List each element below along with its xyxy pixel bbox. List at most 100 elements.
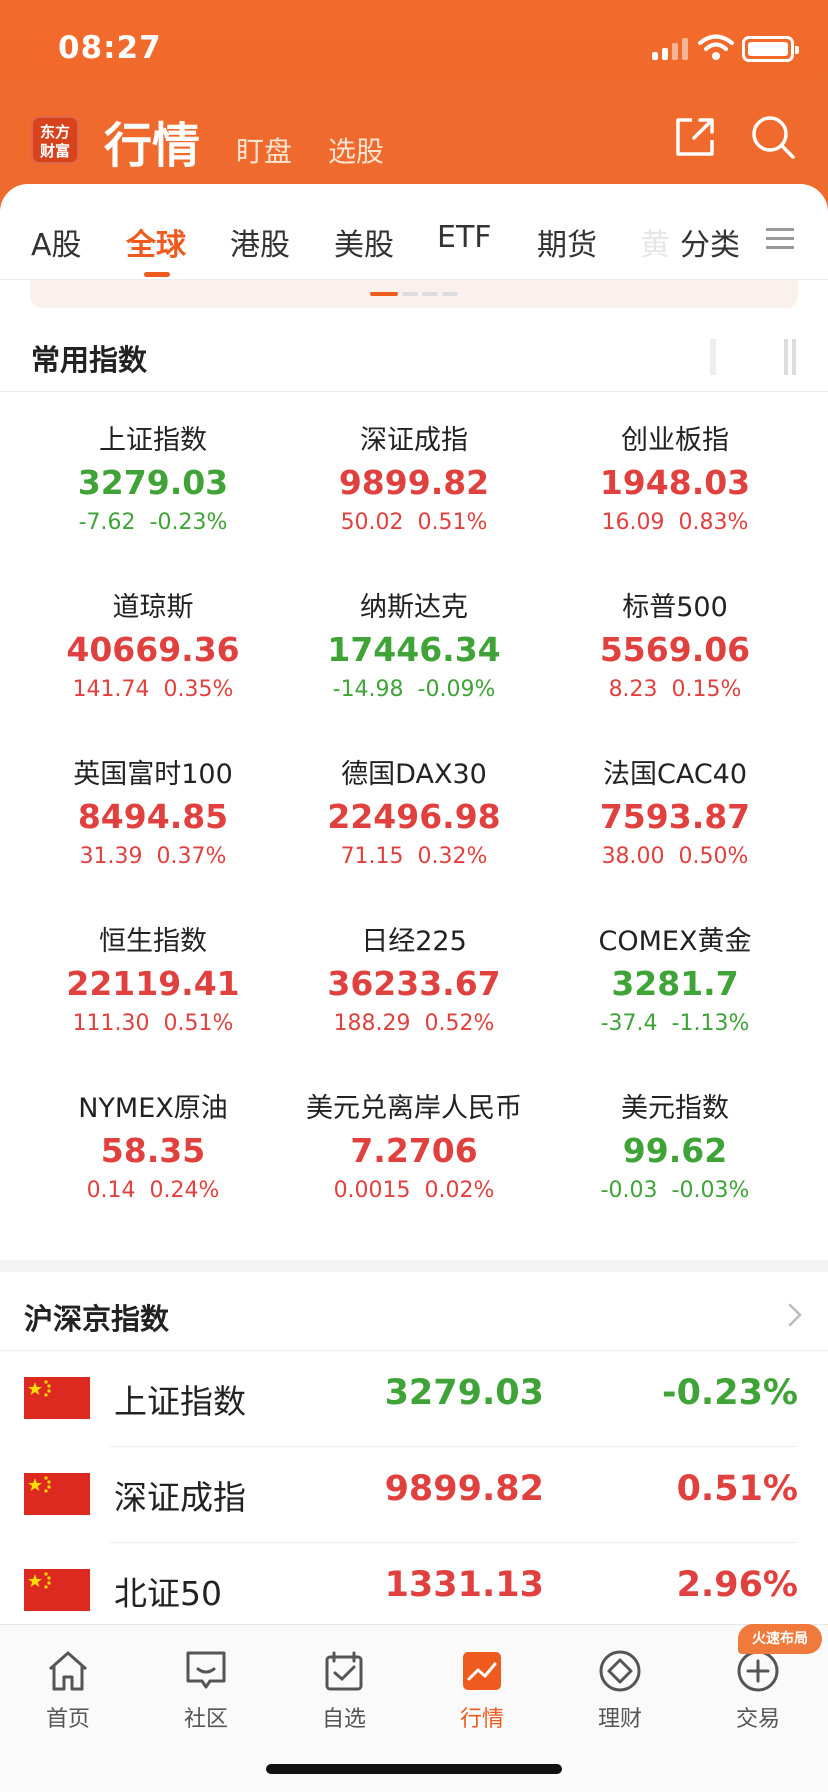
status-time: 08:27: [58, 30, 162, 66]
index-cell[interactable]: 恒生指数 22119.41 111.30 0.51%: [22, 923, 284, 1041]
page-title: 行情: [104, 118, 201, 174]
china-flag-icon: [24, 1569, 90, 1611]
tab-global[interactable]: 全球: [126, 220, 186, 264]
index-cell[interactable]: 标普500 5569.06 8.23 0.15%: [544, 589, 806, 707]
row-index-name: 深证成指: [114, 1478, 246, 1517]
chat-icon: [186, 1651, 226, 1689]
index-price: 40669.36: [66, 630, 240, 669]
index-name: 美元兑离岸人民币: [306, 1093, 522, 1124]
wifi-icon: [698, 34, 734, 60]
menu-icon[interactable]: [766, 228, 794, 250]
index-price: 1948.03: [599, 463, 751, 502]
index-name: 道琼斯: [112, 592, 194, 623]
index-cell[interactable]: NYMEX原油 58.35 0.14 0.24%: [22, 1090, 284, 1208]
index-name: 创业板指: [621, 425, 729, 456]
common-indices-section: 常用指数 上证指数 3279.03 -7.62 -0.23% 深证成指 9899.82 5…: [0, 315, 828, 1260]
app-logo: 东方 财富: [31, 116, 79, 164]
index-cell[interactable]: 纳斯达克 17446.34 -14.98 -0.09%: [283, 589, 545, 707]
index-price: 99.62: [622, 1131, 728, 1170]
index-name: 美元指数: [621, 1093, 729, 1124]
row-index-price: 9899.82: [384, 1469, 544, 1509]
index-row[interactable]: 上证指数 3279.03 -0.23%: [0, 1351, 828, 1447]
row-index-price: 3279.03: [384, 1373, 544, 1413]
index-change: 141.74 0.35%: [72, 677, 234, 702]
index-change: -0.03 -0.03%: [600, 1178, 750, 1203]
tab-category[interactable]: 分类: [680, 220, 740, 264]
index-cell[interactable]: 日经225 36233.67 188.29 0.52%: [283, 923, 545, 1041]
index-price: 58.35: [100, 1131, 206, 1170]
chevron-right-icon[interactable]: [786, 1302, 804, 1328]
tab-futures[interactable]: 期货: [537, 220, 597, 264]
index-change: 31.39 0.37%: [79, 844, 227, 869]
wealth-icon: [599, 1650, 641, 1692]
market-tab-bar: A股 全球 港股 美股 ETF 期货 黄 分类: [0, 184, 828, 280]
home-indicator: [266, 1764, 562, 1774]
index-cell[interactable]: 创业板指 1948.03 16.09 0.83%: [544, 422, 806, 540]
cellular-signal-icon: [652, 38, 690, 60]
market-chart-icon: [463, 1652, 501, 1690]
index-change: 8.23 0.15%: [608, 677, 742, 702]
index-cell[interactable]: 德国DAX30 22496.98 71.15 0.32%: [283, 756, 545, 874]
index-change: 188.29 0.52%: [333, 1011, 495, 1036]
index-cell[interactable]: 道琼斯 40669.36 141.74 0.35%: [22, 589, 284, 707]
nav-community[interactable]: 社区: [156, 1635, 256, 1733]
index-price: 9899.82: [338, 463, 490, 502]
index-cell[interactable]: 美元兑离岸人民币 7.2706 0.0015 0.02%: [283, 1090, 545, 1208]
index-price: 22119.41: [66, 964, 240, 1003]
nav-watchlist[interactable]: 自选: [294, 1635, 394, 1733]
nav-label: 理财: [597, 1707, 642, 1732]
row-index-change: 2.96%: [676, 1565, 798, 1605]
tab-stock-picker[interactable]: 选股: [328, 130, 384, 170]
nav-label: 社区: [183, 1707, 228, 1732]
promo-badge[interactable]: 火速布局: [738, 1624, 822, 1654]
index-cell[interactable]: 深证成指 9899.82 50.02 0.51%: [283, 422, 545, 540]
index-price: 17446.34: [327, 630, 501, 669]
share-icon[interactable]: [674, 116, 716, 158]
index-name: 英国富时100: [73, 759, 233, 790]
index-price: 8494.85: [77, 797, 229, 836]
index-price: 3281.7: [611, 964, 739, 1003]
watchlist-icon: [325, 1651, 363, 1691]
index-name: 法国CAC40: [602, 759, 748, 790]
status-bar: 08:27: [0, 0, 828, 100]
tab-gold-partial[interactable]: 黄: [640, 220, 670, 264]
index-cell[interactable]: 英国富时100 8494.85 31.39 0.37%: [22, 756, 284, 874]
nav-label: 首页: [45, 1707, 90, 1732]
tab-us-stocks[interactable]: 美股: [334, 220, 394, 264]
index-name: NYMEX原油: [78, 1093, 228, 1124]
layout-toggle-icon[interactable]: [710, 337, 800, 377]
tab-etf[interactable]: ETF: [437, 220, 492, 255]
nav-market[interactable]: 行情: [432, 1635, 532, 1733]
row-index-name: 上证指数: [114, 1382, 246, 1421]
index-change: 111.30 0.51%: [72, 1011, 234, 1036]
index-cell[interactable]: 美元指数 99.62 -0.03 -0.03%: [544, 1090, 806, 1208]
index-price: 36233.67: [327, 964, 501, 1003]
tab-watch[interactable]: 盯盘: [236, 130, 292, 170]
index-change: -37.4 -1.13%: [600, 1011, 750, 1036]
tab-hk-stocks[interactable]: 港股: [230, 220, 290, 264]
tab-a-shares[interactable]: A股: [31, 220, 82, 264]
index-change: 38.00 0.50%: [601, 844, 749, 869]
index-cell[interactable]: 法国CAC40 7593.87 38.00 0.50%: [544, 756, 806, 874]
nav-label: 交易: [735, 1707, 780, 1732]
index-price: 5569.06: [599, 630, 751, 669]
nav-wealth[interactable]: 理财: [570, 1635, 670, 1733]
search-icon[interactable]: [750, 114, 796, 160]
index-change: 0.0015 0.02%: [333, 1178, 495, 1203]
home-icon: [49, 1651, 87, 1691]
section-title: 沪深京指数: [24, 1302, 170, 1336]
row-index-change: -0.23%: [662, 1373, 798, 1413]
index-name: 恒生指数: [99, 926, 207, 957]
index-change: -14.98 -0.09%: [332, 677, 496, 702]
index-change: -7.62 -0.23%: [78, 510, 228, 535]
index-cell[interactable]: 上证指数 3279.03 -7.62 -0.23%: [22, 422, 284, 540]
index-name: 纳斯达克: [360, 592, 468, 623]
section-title: 常用指数: [31, 343, 148, 377]
nav-home[interactable]: 首页: [18, 1635, 118, 1733]
index-name: 标普500: [622, 592, 728, 623]
row-index-change: 0.51%: [676, 1469, 798, 1509]
index-price: 7.2706: [350, 1131, 478, 1170]
index-cell[interactable]: COMEX黄金 3281.7 -37.4 -1.13%: [544, 923, 806, 1041]
index-row[interactable]: 深证成指 9899.82 0.51%: [0, 1447, 828, 1543]
index-name: 日经225: [361, 926, 467, 957]
